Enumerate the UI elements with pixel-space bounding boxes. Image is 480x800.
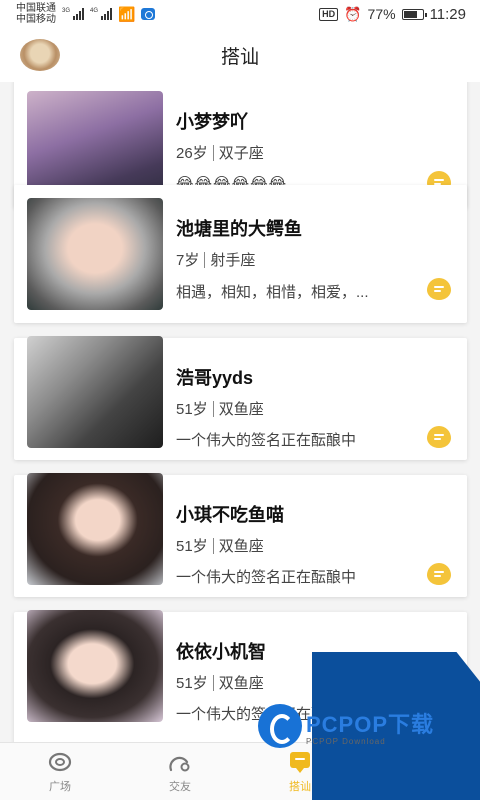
watermark-logo-icon	[258, 704, 302, 748]
user-card[interactable]: 小琪不吃鱼喵 51岁 双鱼座 一个伟大的签名正在酝酿中	[14, 473, 467, 597]
battery-icon	[401, 8, 427, 20]
user-meta: 51岁 双鱼座	[176, 398, 264, 419]
user-age: 7岁	[176, 252, 200, 269]
meta-divider	[212, 674, 214, 691]
watermark: PCPOP下载 PCPOP Download	[258, 704, 434, 748]
user-photo[interactable]	[27, 610, 163, 722]
page-title: 搭讪	[220, 46, 259, 68]
signal-icon	[101, 8, 113, 20]
user-zodiac: 双子座	[218, 145, 264, 162]
user-age: 51岁	[176, 538, 208, 555]
user-signature: 一个伟大的签名正在酝酿中	[176, 432, 357, 449]
hd-badge: HD	[319, 7, 339, 21]
meta-divider	[212, 400, 214, 417]
chat-icon[interactable]	[427, 426, 451, 448]
user-signature: 相遇，相知，相惜，相爱，...	[176, 284, 369, 301]
user-zodiac: 双鱼座	[218, 538, 264, 555]
tab-label: 交友	[169, 781, 191, 793]
meta-divider	[204, 251, 206, 268]
chat-icon[interactable]	[427, 563, 451, 585]
user-meta: 26岁 双子座	[176, 142, 264, 163]
user-name: 浩哥yyds	[176, 368, 254, 388]
status-bar: 中国联通 中国移动 3G 4G 📶 HD ⏰ 77% 11:29	[0, 0, 480, 28]
user-age: 26岁	[176, 145, 208, 162]
watermark-subtitle: PCPOP Download	[306, 736, 386, 746]
user-name: 小琪不吃鱼喵	[176, 505, 284, 525]
signal-icon	[73, 8, 85, 20]
user-name: 小梦梦吖	[176, 112, 248, 132]
user-age: 51岁	[176, 675, 208, 692]
my-avatar[interactable]	[20, 39, 60, 71]
chat-icon	[290, 752, 310, 773]
user-photo[interactable]	[27, 473, 163, 585]
carrier-2: 中国移动	[16, 14, 56, 25]
user-signature: 一个伟大的签名正在酝酿中	[176, 569, 357, 586]
user-zodiac: 射手座	[210, 252, 256, 269]
user-list[interactable]: 小梦梦吖 26岁 双子座 😂😂😂😂😂😂 池塘里的大鳄鱼 7岁 射手座 相遇，相知…	[0, 82, 480, 742]
clock: 11:29	[429, 5, 466, 23]
user-zodiac: 双鱼座	[218, 675, 264, 692]
user-card[interactable]: 池塘里的大鳄鱼 7岁 射手座 相遇，相知，相惜，相爱，...	[14, 185, 467, 323]
user-meta: 51岁 双鱼座	[176, 535, 264, 556]
tab-label: 搭讪	[289, 781, 311, 793]
user-photo[interactable]	[27, 198, 163, 310]
battery-percent: 77%	[367, 6, 396, 22]
plaza-icon	[48, 752, 72, 772]
friends-icon	[169, 756, 190, 772]
user-name: 依依小机智	[176, 642, 266, 662]
signal-indicators: 3G 4G	[62, 8, 113, 20]
wifi-icon: 📶	[118, 5, 136, 22]
app-header: 搭讪	[0, 28, 480, 82]
user-zodiac: 双鱼座	[218, 401, 264, 418]
tab-label: 广场	[49, 781, 71, 793]
user-age: 51岁	[176, 401, 208, 418]
tab-plaza[interactable]: 广场	[0, 743, 120, 800]
security-app-icon	[141, 8, 156, 20]
chat-icon[interactable]	[427, 278, 451, 300]
user-meta: 51岁 双鱼座	[176, 672, 264, 693]
alarm-icon: ⏰	[344, 5, 362, 22]
user-card[interactable]: 浩哥yyds 51岁 双鱼座 一个伟大的签名正在酝酿中	[14, 336, 467, 460]
user-name: 池塘里的大鳄鱼	[176, 219, 302, 239]
user-photo[interactable]	[27, 336, 163, 448]
watermark-title: PCPOP下载	[306, 711, 435, 737]
meta-divider	[212, 144, 214, 161]
tab-friends[interactable]: 交友	[120, 743, 240, 800]
meta-divider	[212, 537, 214, 554]
carrier-info: 中国联通 中国移动	[16, 3, 56, 25]
network-type-2: 4G	[90, 8, 99, 14]
carrier-1: 中国联通	[16, 3, 56, 14]
network-type-1: 3G	[62, 8, 71, 14]
user-meta: 7岁 射手座	[176, 249, 255, 270]
